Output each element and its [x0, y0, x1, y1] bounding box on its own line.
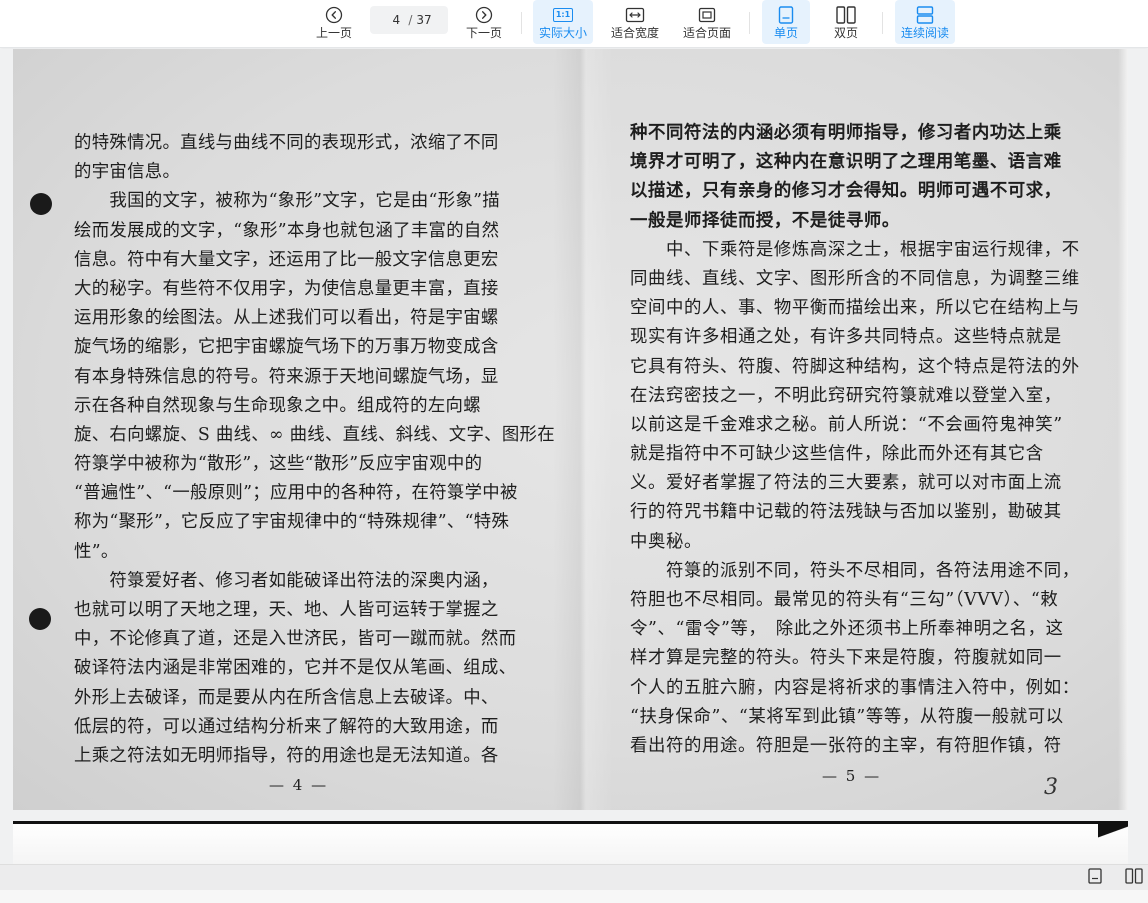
page-indicator: / 37: [370, 6, 448, 34]
text-line: 信息。符中有大量文字，还运用了比一般文字信息更宏: [74, 249, 499, 270]
status-strip: [0, 890, 1148, 903]
viewer-toolbar: 上一页 / 37 下一页 1:1 实际大小 适合宽度 适合页面 单: [0, 0, 1148, 48]
double-page-icon: [836, 5, 856, 25]
text-line: 个人的五脏六腑，内容是将祈求的事情注入符中，例如：: [630, 677, 1080, 698]
text-line: 我国的文字，被称为“象形”文字，它是由“形象”描: [74, 191, 500, 212]
text-line: 的宇宙信息。: [74, 162, 181, 183]
text-line: 中奥秘。: [630, 531, 702, 552]
text-line: 以前这是千金难求之秘。前人所说：“不会画符鬼神笑”: [630, 414, 1063, 435]
text-line: 就是指符中不可缺少这些信件，除此而外还有其它含: [630, 444, 1044, 465]
text-line: 破译符法内涵是非常困难的，它并不是仅从笔画、组成、: [74, 658, 517, 679]
prev-page-label: 上一页: [315, 25, 352, 40]
text-line: 上乘之符法如无明师指导，符的用途也是无法知道。各: [74, 745, 499, 766]
text-line: 现实有许多相通之处，有许多共同特点。这些特点就是: [630, 327, 1062, 348]
handwritten-mark: 3: [1044, 775, 1058, 800]
text-line: 运用形象的绘图法。从上述我们可以看出，符是宇宙螺: [74, 308, 499, 329]
right-page-number: — 5 —: [822, 767, 882, 785]
double-page-label: 双页: [833, 25, 858, 40]
double-page-icon: [1125, 868, 1143, 888]
actual-size-icon: 1:1: [553, 5, 573, 25]
text-line: 示在各种自然现象与生命现象之中。组成符的左向螺: [74, 395, 481, 416]
binding-hole: [29, 608, 51, 630]
text-line: 境界才可明了，这种内在意识明了之理用笔墨、语言难: [630, 152, 1062, 173]
next-page-label: 下一页: [465, 25, 502, 40]
bottom-toolbar: [0, 864, 1148, 890]
text-line: “扶身保命”、“某将军到此镇”等等，从符腹一般就可以: [630, 706, 1064, 727]
prev-page-button[interactable]: 上一页: [310, 0, 358, 44]
text-line: 外形上去破译，而是要从内在所含信息上去破译。中、: [74, 687, 499, 708]
text-line: 空间中的人、事、物平衡而描绘出来，所以它在结构上与: [630, 298, 1080, 319]
actual-size-label: 实际大小: [538, 25, 587, 40]
total-pages: 37: [416, 13, 432, 27]
text-line: 令”、“雷令”等， 除此之外还须书上所奉神明之名，这: [630, 619, 1064, 640]
text-line: 称为“聚形”，它反应了宇宙规律中的“特殊规律”、“特殊: [74, 512, 510, 533]
text-line: 在法窍密技之一，不明此窍研究符箓就难以登堂入室，: [630, 385, 1062, 406]
toolbar-divider: [521, 12, 522, 34]
toolbar-divider: [749, 12, 750, 34]
text-line: 义。爱好者掌握了符法的三大要素，就可以对市面上流: [630, 473, 1062, 494]
book-gutter: [553, 49, 613, 810]
page-separator: /: [408, 13, 413, 27]
actual-size-icon-text: 1:1: [553, 7, 573, 22]
left-page-text: 的特殊情况。直线与曲线不同的表现形式，浓缩了不同 的宇宙信息。 我国的文字，被称为…: [74, 129, 555, 771]
text-line: 符箓学中被称为“散形”，这些“散形”反应宇宙观中的: [74, 454, 483, 475]
bottom-single-page-button[interactable]: [1086, 868, 1104, 888]
text-line: 符箓爱好者、修习者如能破译出符法的深奥内涵，: [74, 570, 499, 591]
right-page-text: 种不同符法的内涵必须有明师指导，修习者内功达上乘 境界才可明了，这种内在意识明了之…: [630, 119, 1080, 761]
text-line: 中、下乘符是修炼高深之士，根据宇宙运行规律，不: [630, 239, 1080, 260]
fit-page-label: 适合页面: [682, 25, 731, 40]
page-corner: [1098, 824, 1128, 846]
text-line: 大的秘字。有些符不仅用字，为使信息量更丰富，直接: [74, 278, 499, 299]
text-line: 以描述，只有亲身的修习才会得知。明师可遇不可求，: [630, 181, 1062, 202]
text-line: 种不同符法的内涵必须有明师指导，修习者内功达上乘: [630, 123, 1062, 143]
fit-width-icon: [625, 5, 645, 25]
single-page-icon: [1088, 868, 1102, 888]
text-line: 符胆也不尽相同。最常见的符头有“三勾”（VVV）、“敕: [630, 590, 1059, 610]
fit-width-button[interactable]: 适合宽度: [605, 0, 665, 44]
single-page-icon: [778, 5, 794, 25]
left-page-number: — 4 —: [269, 776, 329, 794]
text-line: 看出符的用途。符胆是一张符的主宰，有符胆作镇，符: [630, 735, 1062, 756]
text-line: 有本身特殊信息的符号。符来源于天地间螺旋气场，显: [74, 366, 499, 387]
continuous-reading-icon: [916, 5, 934, 25]
fit-page-button[interactable]: 适合页面: [677, 0, 737, 44]
fit-width-label: 适合宽度: [610, 25, 659, 40]
text-line: 一般是师择徒而授，不是徒寻师。: [630, 210, 900, 231]
text-line: 也就可以明了天地之理，天、地、人皆可运转于掌握之: [74, 600, 499, 620]
text-line: 符箓的派别不同，符头不尽相同，各符法用途不同，: [630, 560, 1080, 581]
chevron-right-circle-icon: [475, 5, 493, 25]
text-line: 性”。: [74, 541, 119, 562]
text-line: 它具有符头、符腹、符脚这种结构，这个特点是符法的外: [630, 356, 1080, 377]
next-page-scan: [13, 821, 1128, 864]
text-line: 旋气场的缩影，它把宇宙螺旋气场下的万事万物变成含: [74, 337, 499, 358]
single-page-label: 单页: [773, 25, 798, 40]
document-viewer[interactable]: 的特殊情况。直线与曲线不同的表现形式，浓缩了不同 的宇宙信息。 我国的文字，被称为…: [0, 49, 1148, 864]
single-page-button[interactable]: 单页: [762, 0, 810, 44]
text-line: 低层的符，可以通过结构分析来了解符的大致用途，而: [74, 716, 499, 737]
continuous-reading-button[interactable]: 连续阅读: [895, 0, 955, 44]
text-line: 旋、右向螺旋、S 曲线、∞ 曲线、直线、斜线、文字、图形在: [74, 424, 555, 445]
text-line: 同曲线、直线、文字、图形所含的不同信息，为调整三维: [630, 268, 1080, 289]
next-page-button[interactable]: 下一页: [460, 0, 508, 44]
text-line: 绘而发展成的文字，“象形”本身也就包涵了丰富的自然: [74, 220, 500, 241]
text-line: 样才算是完整的符头。符头下来是符腹，符腹就如同一: [630, 648, 1062, 669]
chevron-left-circle-icon: [325, 5, 343, 25]
page-number-input[interactable]: [386, 13, 407, 27]
fit-page-icon: [697, 5, 717, 25]
text-line: “普遍性”、“一般原则”；应用中的各种符，在符箓学中被: [74, 483, 518, 504]
text-line: 中，不论修真了道，还是入世济民，皆可一蹴而就。然而: [74, 629, 517, 650]
text-line: 行的符咒书籍中记载的符法残缺与否加以鉴别，勘破其: [630, 502, 1062, 523]
binding-hole: [30, 193, 52, 215]
continuous-reading-label: 连续阅读: [900, 25, 949, 40]
page-edge: [1118, 49, 1128, 810]
text-line: 的特殊情况。直线与曲线不同的表现形式，浓缩了不同: [74, 133, 499, 153]
page-border: [13, 821, 1128, 824]
toolbar-divider: [882, 12, 883, 34]
actual-size-button[interactable]: 1:1 实际大小: [533, 0, 593, 44]
scanned-page-spread: 的特殊情况。直线与曲线不同的表现形式，浓缩了不同 的宇宙信息。 我国的文字，被称为…: [13, 49, 1128, 810]
double-page-button[interactable]: 双页: [822, 0, 870, 44]
bottom-double-page-button[interactable]: [1125, 868, 1143, 888]
